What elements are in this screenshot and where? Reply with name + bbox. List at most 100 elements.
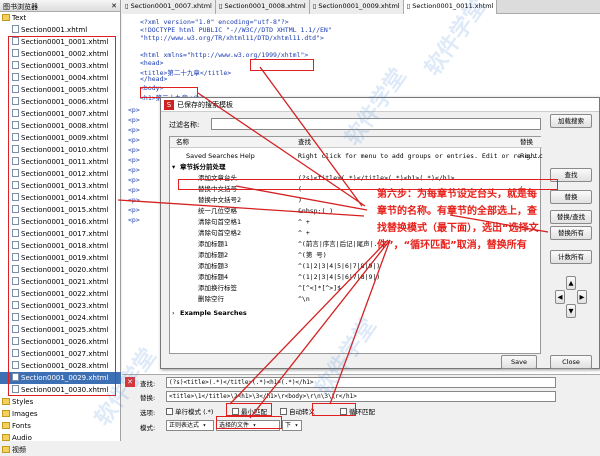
item-replace: Right c <box>520 152 543 160</box>
close-button[interactable]: Close <box>550 355 592 369</box>
code-line: <p> <box>128 176 140 184</box>
book-browser-title: 图书浏览器 <box>3 3 38 11</box>
editor-tab[interactable]: ▯ Section0001_0007.xhtml <box>122 0 216 14</box>
list-item[interactable]: Saved Searches Help Right click for menu … <box>170 151 543 162</box>
code-line: <p> <box>128 136 140 144</box>
tab-label: Section0001_0008.xhtml <box>224 2 306 10</box>
item-name: 添加标题4 <box>198 273 229 281</box>
code-line: <head> <box>140 59 164 67</box>
chevron-left-icon[interactable]: ◀ <box>555 290 565 304</box>
option-highlight <box>216 416 282 429</box>
item-find: ^[^<]*[^>]$ <box>298 284 342 292</box>
file-list-highlight <box>8 36 116 396</box>
list-item[interactable]: 删除空行 ^\n <box>170 294 542 305</box>
dialog-button[interactable]: 替换/查找 <box>550 210 592 224</box>
book-browser-header: 图书浏览器 ✕ <box>0 0 120 12</box>
code-line: <p> <box>128 106 140 114</box>
column-replace: 替换 <box>520 138 533 146</box>
tab-label: Section0001_0009.xhtml <box>318 2 400 10</box>
chevron-right-icon[interactable]: ▶ <box>577 290 587 304</box>
tree-folder-text[interactable]: Text <box>0 12 121 24</box>
checkbox[interactable] <box>280 408 287 415</box>
checkbox[interactable] <box>166 408 173 415</box>
item-name: 添加标题2 <box>198 251 229 259</box>
folder-icon <box>2 14 10 21</box>
find-input[interactable]: (?s)<title>(.*)</title>(.*)<h1>(.*)</h1> <box>166 377 556 388</box>
option-checkbox[interactable]: 单行模式 (.*) <box>166 406 213 416</box>
chevron-down-icon[interactable]: ▼ <box>566 304 576 318</box>
dialog-button[interactable]: 计数所有 <box>550 250 592 264</box>
item-find: Right click for menu to add groups or en… <box>298 152 541 160</box>
tree-folder[interactable]: 视频 <box>0 444 121 456</box>
app-icon: S <box>164 100 174 110</box>
editor-tab[interactable]: ▯ Section0001_0008.xhtml <box>215 0 310 14</box>
item-name: 统一几位空格 <box>198 207 237 215</box>
list-item[interactable]: ▾ 章节拆分前处理 <box>170 162 542 173</box>
dialog-button[interactable]: 加载搜索 <box>550 114 592 128</box>
save-button[interactable]: Save <box>501 355 537 369</box>
direction-select[interactable]: 下 ▾ <box>282 420 302 431</box>
item-find: ) <box>298 196 302 204</box>
column-find: 查找 <box>298 138 311 146</box>
code-line: <p> <box>128 116 140 124</box>
chevron-down-icon[interactable]: › <box>172 308 175 319</box>
item-find: ^(第 号) <box>298 251 327 259</box>
mode-label: 模式: <box>140 424 156 432</box>
code-line: </head> <box>140 75 168 84</box>
folder-icon <box>2 446 10 453</box>
item-name: Saved Searches Help <box>186 152 255 160</box>
code-line: <p> <box>128 166 140 174</box>
item-name: 添加标题3 <box>198 262 229 270</box>
close-icon[interactable]: ✕ <box>111 2 117 10</box>
file-icon <box>12 25 19 33</box>
dialog-button[interactable]: 替换所有 <box>550 226 592 240</box>
chevron-down-icon[interactable]: ▾ <box>172 162 175 173</box>
option-checkbox[interactable]: 自动转义 <box>280 406 315 416</box>
tab-label: Section0001_0007.xhtml <box>130 2 212 10</box>
code-line: <p> <box>128 206 140 214</box>
option-highlight <box>226 403 272 416</box>
filter-label: 过滤名称: <box>169 121 200 129</box>
item-name: 替换中文括号2 <box>198 196 242 204</box>
folder-label: Images <box>12 410 38 418</box>
item-name: 章节拆分前处理 <box>180 163 226 171</box>
editor-tabs: ▯ Section0001_0007.xhtml ▯ Section0001_00… <box>122 0 600 14</box>
title-tag-highlight <box>250 59 314 71</box>
step-annotation: 第六步：为每章节设定台头，就是每章节的名称。有章节的全部选上，查找替换模式（最下… <box>377 189 539 251</box>
replace-input[interactable]: <title>\1</title>\2<h1>\3</h1>\r<body>\r… <box>166 391 556 402</box>
tree-file[interactable]: Section0001.xhtml <box>0 24 121 36</box>
folder-label: Text <box>12 14 27 22</box>
code-line: <html xmlns="http://www.w3.org/1999/xhtm… <box>140 50 309 59</box>
code-line: <p> <box>128 196 140 204</box>
chevron-up-icon[interactable]: ▲ <box>566 276 576 290</box>
tree-folder[interactable]: Audio <box>0 432 121 444</box>
editor-tab[interactable]: ▯ Section0001_0009.xhtml <box>309 0 404 14</box>
item-find: ^(前言|序言|后记|尾声|..) <box>298 240 386 248</box>
code-line: <!DOCTYPE html PUBLIC "-//W3C//DTD XHTML… <box>140 26 332 35</box>
code-line: <p> <box>128 216 140 224</box>
item-name: 删除空行 <box>198 295 224 303</box>
code-line: <p> <box>128 126 140 134</box>
item-name: Example Searches <box>180 309 247 317</box>
folder-icon <box>2 410 10 417</box>
item-find: ^(1|2|3|4|5|6|7|8|9|) <box>298 273 381 281</box>
mode-select[interactable]: 正则表达式 ▾ <box>166 420 214 431</box>
item-name: 清除句首空格2 <box>198 229 242 237</box>
folder-label: Styles <box>12 398 34 406</box>
find-replace-panel: ✕ 查找: (?s)<title>(.*)</title>(.*)<h1>(.*)<… <box>122 374 600 441</box>
item-find: ^ + <box>298 218 310 226</box>
list-item[interactable]: 添加标题4 ^(1|2|3|4|5|6|7|8|9|) <box>170 272 542 283</box>
list-item[interactable]: 添加换行标签 ^[^<]*[^>]$ <box>170 283 542 294</box>
list-item[interactable]: 添加标题3 ^(1|2|3|4|5|6|7|8|9|) <box>170 261 542 272</box>
file-label: Section0001.xhtml <box>21 26 88 34</box>
code-line: "http://www.w3.org/TR/xhtml11/DTD/xhtml1… <box>140 34 324 43</box>
item-find: ^(1|2|3|4|5|6|7|8|9|) <box>298 262 381 270</box>
option-label: 单行模式 (.*) <box>175 408 214 416</box>
folder-icon <box>2 398 10 405</box>
dialog-button[interactable]: 替换 <box>550 190 592 204</box>
code-line: <p> <box>128 146 140 154</box>
code-line: <?xml version="1.0" encoding="utf-8"?> <box>140 18 289 26</box>
item-find: ^\n <box>298 295 310 303</box>
item-find: &nbsp;( ) <box>298 207 334 215</box>
options-label: 选项: <box>140 409 156 417</box>
